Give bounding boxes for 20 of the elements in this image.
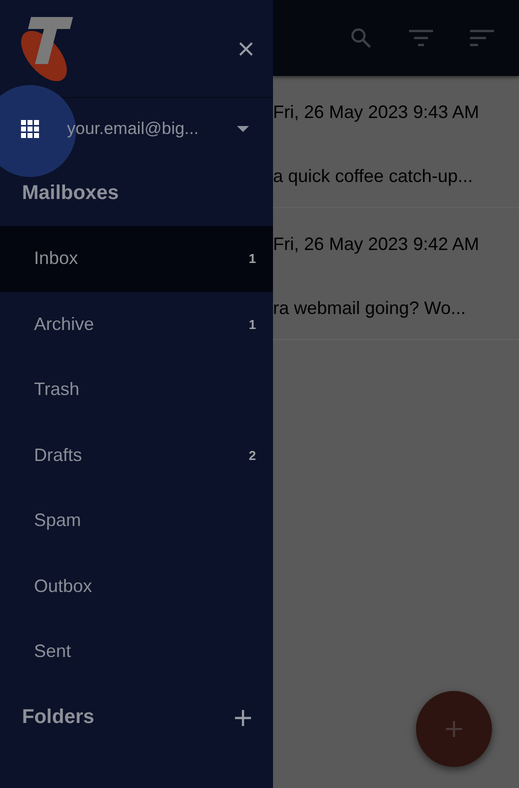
account-email[interactable]: your.email@big... (67, 119, 237, 139)
apps-grid-icon[interactable] (21, 120, 39, 138)
mailbox-item[interactable]: Spam (0, 488, 273, 554)
mailbox-item[interactable]: Archive 1 (0, 292, 273, 357)
message-snippet: ra webmail going? Wo... (273, 298, 467, 319)
mailboxes-heading: Mailboxes (22, 182, 119, 204)
add-folder-button[interactable] (233, 708, 253, 728)
folders-heading: Folders (22, 706, 94, 729)
message-date: Fri, 26 May 2023 9:43 AM (273, 102, 480, 123)
mailbox-item[interactable]: Drafts 2 (0, 422, 273, 488)
mailbox-item[interactable]: Trash (0, 357, 273, 422)
message-snippet: a quick coffee catch-up... (273, 166, 474, 187)
plus-icon (444, 719, 464, 739)
mailbox-item[interactable]: Outbox (0, 554, 273, 619)
mailbox-item[interactable]: Inbox 1 (0, 226, 273, 292)
compose-button[interactable] (416, 691, 492, 767)
close-button[interactable] (237, 40, 255, 58)
dropdown-caret-icon[interactable] (237, 126, 249, 132)
mailbox-item[interactable]: Sent (0, 619, 273, 684)
message-date: Fri, 26 May 2023 9:42 AM (273, 234, 480, 255)
